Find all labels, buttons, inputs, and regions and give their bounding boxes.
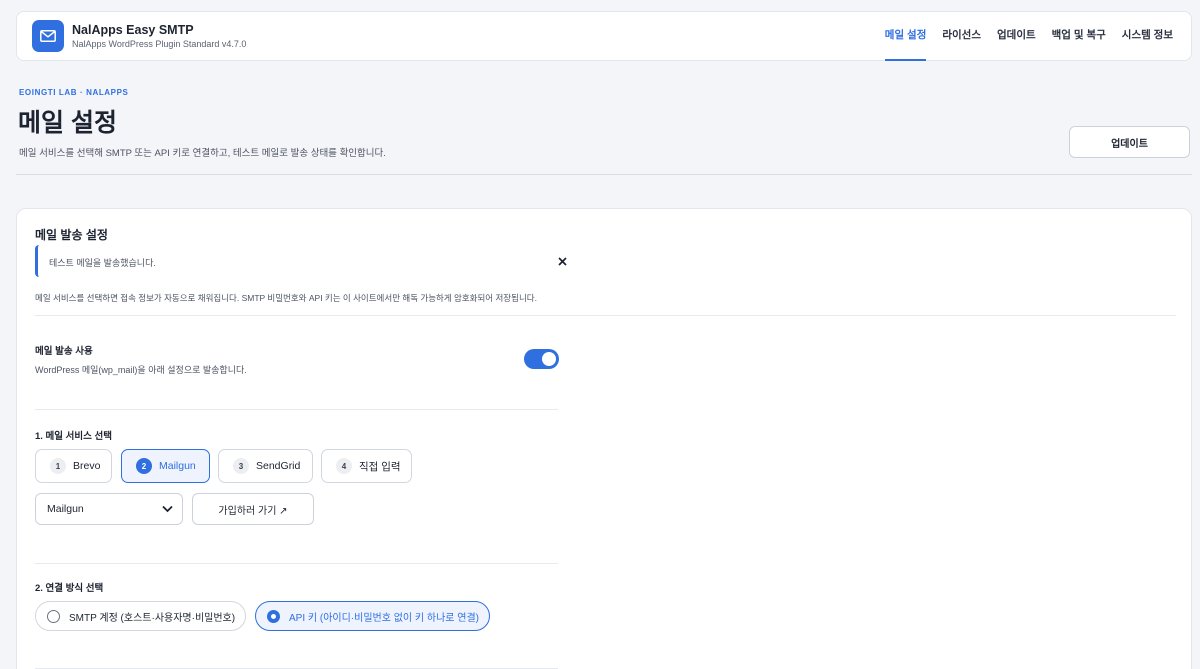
option-label: Mailgun: [159, 460, 196, 472]
nav-backup-restore[interactable]: 백업 및 복구: [1044, 12, 1114, 61]
notice-text: 테스트 메일을 발송했습니다.: [49, 258, 156, 268]
card-title: 메일 발송 설정: [35, 228, 108, 242]
divider: [35, 563, 558, 564]
enable-mail-description: WordPress 메일(wp_mail)을 아래 설정으로 발송합니다.: [35, 365, 247, 375]
radio-circle: [47, 609, 60, 623]
helper-text: 메일 서비스를 선택하면 접속 정보가 자동으로 채워집니다. SMTP 비밀번…: [35, 293, 537, 303]
divider: [35, 315, 1176, 316]
option-number: 4: [336, 458, 352, 474]
connection-option-smtp[interactable]: SMTP 계정 (호스트·사용자명·비밀번호): [35, 601, 246, 631]
service-option-custom[interactable]: 4 직접 입력: [321, 449, 412, 483]
service-section-label: 1. 메일 서비스 선택: [35, 431, 113, 442]
option-label: 직접 입력: [359, 460, 401, 473]
enable-mail-toggle[interactable]: [524, 349, 559, 369]
nav-mail-settings[interactable]: 메일 설정: [877, 12, 935, 61]
service-option-mailgun[interactable]: 2 Mailgun: [121, 449, 210, 483]
connection-option-api-key[interactable]: API 키 (아이디·비밀번호 없이 키 하나로 연결): [255, 601, 490, 631]
radio-circle: [267, 609, 280, 623]
radio-label: SMTP 계정 (호스트·사용자명·비밀번호): [69, 612, 236, 624]
toggle-knob: [542, 352, 556, 366]
service-option-sendgrid[interactable]: 3 SendGrid: [218, 449, 313, 483]
notice-close-button[interactable]: [554, 253, 570, 269]
success-notice: 테스트 메일을 발송했습니다.: [35, 245, 570, 277]
main-nav: 메일 설정 라이선스 업데이트 백업 및 복구 시스템 정보: [877, 12, 1181, 61]
app-logo: [32, 20, 64, 52]
option-number: 1: [50, 458, 66, 474]
chevron-down-icon: [162, 505, 173, 513]
option-label: Brevo: [73, 460, 101, 472]
divider: [35, 409, 558, 410]
app-version: NalApps WordPress Plugin Standard v4.7.0: [72, 39, 247, 49]
option-label: SendGrid: [256, 460, 301, 472]
option-number: 2: [136, 458, 152, 474]
connection-section-label: 2. 연결 방식 선택: [35, 583, 104, 594]
page-description: 메일 서비스를 선택해 SMTP 또는 API 키로 연결하고, 테스트 메일로…: [19, 148, 386, 159]
top-header: NalApps Easy SMTP NalApps WordPress Plug…: [16, 11, 1192, 61]
page-eyebrow: EOINGTI LAB · NALAPPS: [19, 88, 129, 97]
app-name: NalApps Easy SMTP: [72, 23, 194, 37]
page-title: 메일 설정: [18, 109, 117, 137]
nav-system-info[interactable]: 시스템 정보: [1114, 12, 1181, 61]
nav-license[interactable]: 라이선스: [934, 12, 989, 61]
enable-mail-label: 메일 발송 사용: [35, 346, 93, 357]
radio-label: API 키 (아이디·비밀번호 없이 키 하나로 연결): [289, 612, 479, 624]
envelope-icon: [40, 30, 56, 42]
update-button[interactable]: 업데이트: [1069, 126, 1190, 158]
mail-settings-card: 메일 발송 설정 테스트 메일을 발송했습니다. 메일 서비스를 선택하면 접속…: [16, 208, 1192, 669]
divider: [16, 174, 1192, 175]
signup-link-button[interactable]: 가입하러 가기 ↗: [192, 493, 314, 525]
service-option-brevo[interactable]: 1 Brevo: [35, 449, 112, 483]
select-value: Mailgun: [47, 503, 84, 515]
option-number: 3: [233, 458, 249, 474]
service-select[interactable]: Mailgun: [35, 493, 183, 525]
nav-update[interactable]: 업데이트: [989, 12, 1044, 61]
close-icon: [557, 256, 567, 266]
